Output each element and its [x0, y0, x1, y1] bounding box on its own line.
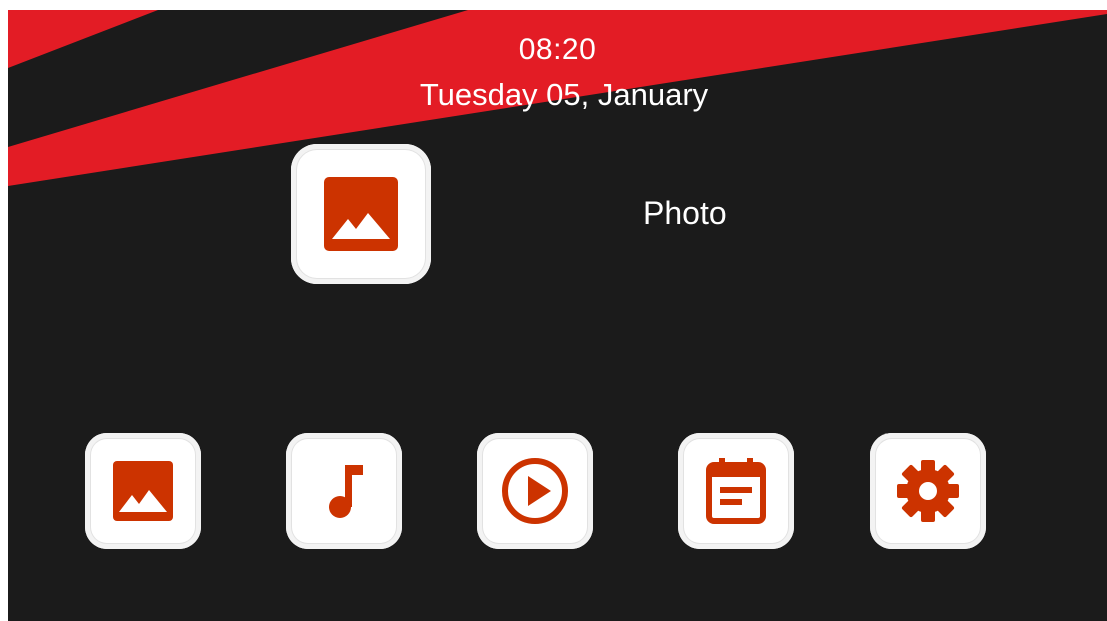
- dock-app-music[interactable]: [286, 433, 402, 549]
- dock-app-settings[interactable]: [870, 433, 986, 549]
- photo-icon: [113, 461, 173, 521]
- video-play-icon: [502, 458, 568, 524]
- dock-app-photo[interactable]: [85, 433, 201, 549]
- dock-app-video[interactable]: [477, 433, 593, 549]
- settings-gear-icon: [897, 460, 959, 522]
- clock-date: Tuesday 05, January: [419, 77, 709, 112]
- focused-app-label: Photo: [643, 195, 727, 231]
- focused-app-tile[interactable]: [291, 144, 431, 284]
- clock-time: 08:20: [518, 33, 597, 66]
- calendar-icon: [706, 458, 766, 524]
- music-icon: [329, 465, 363, 518]
- home-screen: 08:20 Tuesday 05, January Photo: [8, 10, 1107, 621]
- app-dock: [8, 433, 1107, 551]
- dock-app-calendar[interactable]: [678, 433, 794, 549]
- photo-icon: [324, 177, 398, 251]
